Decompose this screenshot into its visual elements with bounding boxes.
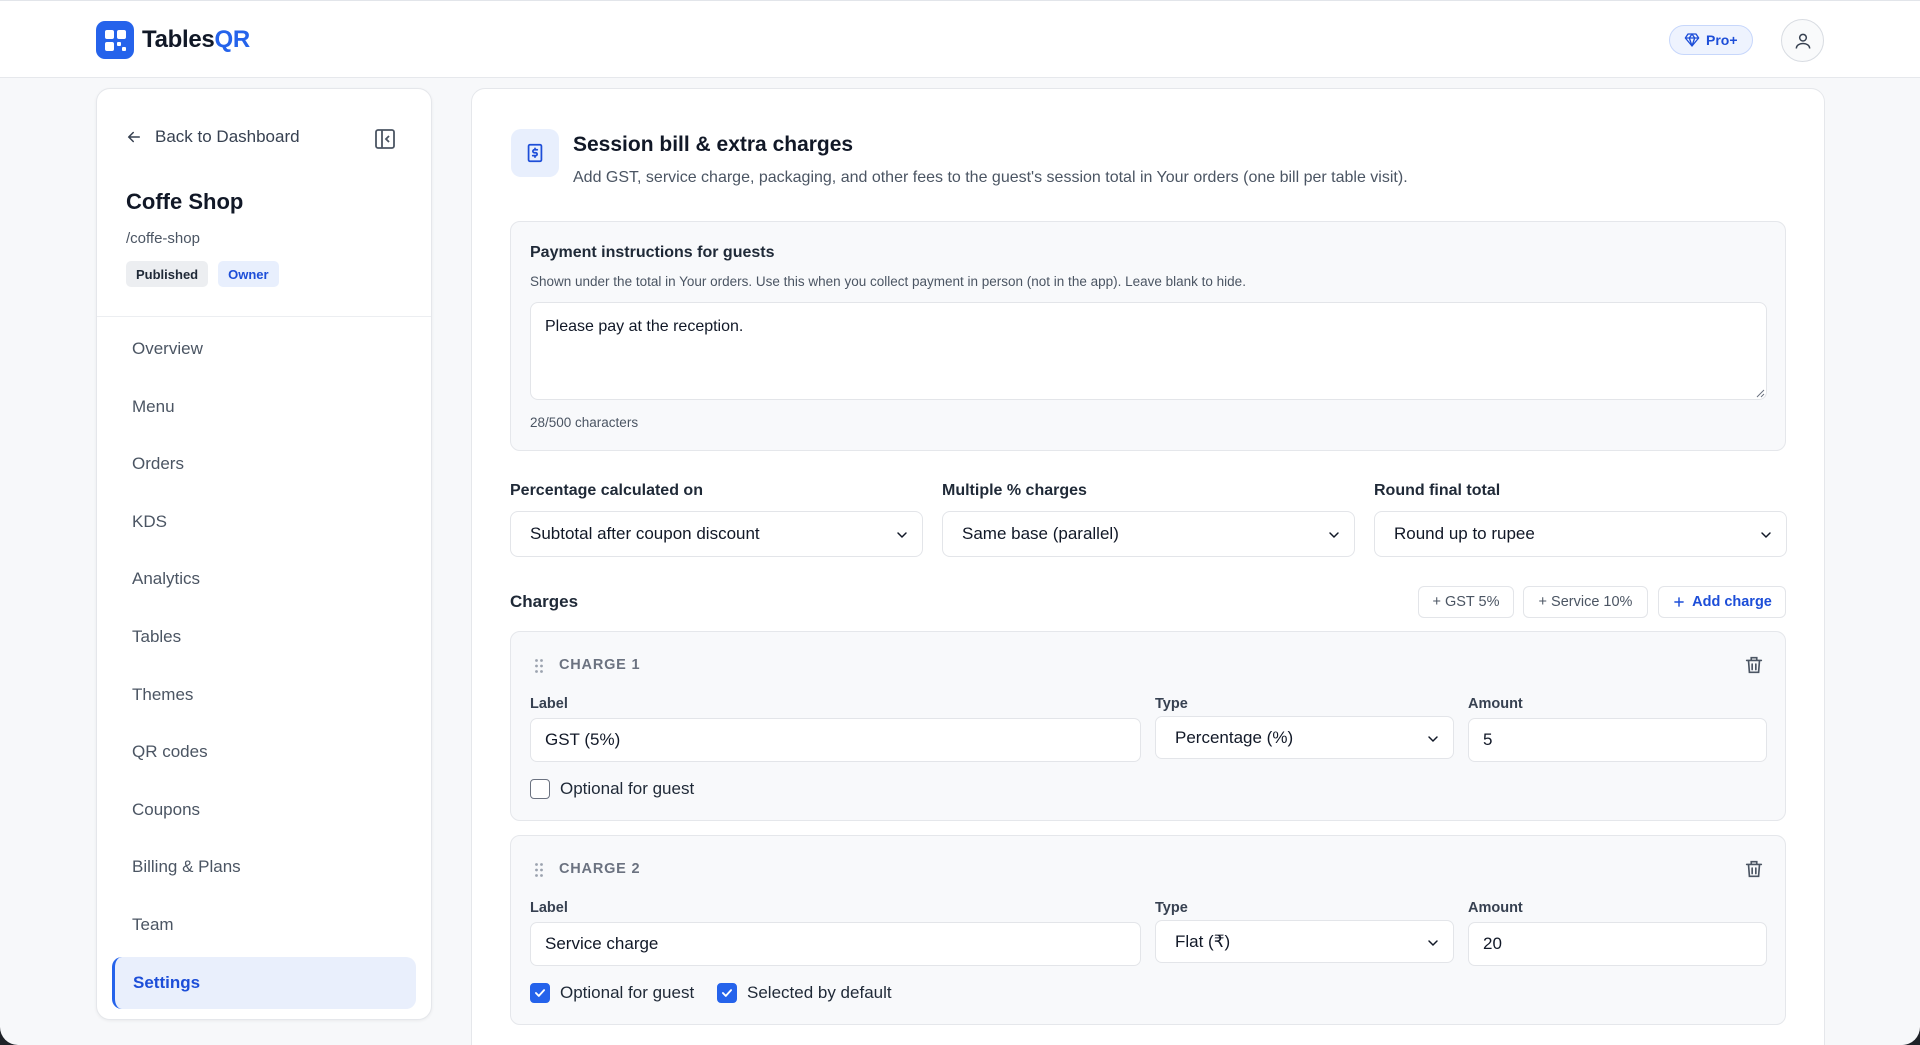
selected-default-checkbox[interactable] [717, 983, 737, 1003]
charge-type-value: Percentage (%) [1175, 727, 1294, 747]
top-bar: TablesQR Pro+ [0, 0, 1920, 78]
payment-instructions-title: Payment instructions for guests [530, 244, 775, 261]
sidebar-item-analytics[interactable]: Analytics [112, 553, 416, 605]
role-badge-owner: Owner [218, 261, 279, 287]
charge-type-value: Flat (₹) [1175, 931, 1231, 951]
check-icon [534, 989, 546, 997]
section-title: Session bill & extra charges [573, 133, 854, 156]
charge-type-select[interactable]: Percentage (%) [1155, 716, 1454, 759]
add-charge-button[interactable]: Add charge [1658, 586, 1786, 618]
charge-amount-input[interactable]: 5 [1468, 718, 1767, 762]
charge-label-input[interactable]: Service charge [530, 922, 1141, 966]
status-badge-published: Published [126, 261, 209, 287]
arrow-left-icon [127, 131, 140, 143]
user-menu-button[interactable] [1781, 19, 1824, 62]
charge-label-input[interactable]: GST (5%) [530, 718, 1141, 762]
charge-amount-caption: Amount [1468, 900, 1523, 916]
sidebar-collapse-icon [375, 129, 395, 149]
sidebar-item-kds[interactable]: KDS [112, 496, 416, 548]
charge-type-caption: Type [1155, 900, 1188, 916]
character-count: 28/500 characters [530, 415, 639, 430]
selected-by-default-toggle[interactable]: Selected by default [717, 983, 892, 1003]
back-to-dashboard-label: Back to Dashboard [155, 127, 300, 146]
trash-icon[interactable] [1743, 858, 1765, 880]
section-icon [511, 129, 559, 177]
sidebar-item-overview[interactable]: Overview [112, 323, 416, 375]
check-icon [721, 989, 733, 997]
app-name: TablesQR [142, 26, 250, 53]
sidebar-item-qr-codes[interactable]: QR codes [112, 726, 416, 778]
sidebar-item-billing[interactable]: Billing & Plans [112, 841, 416, 893]
plan-badge[interactable]: Pro+ [1669, 25, 1753, 55]
shop-badges: Published Owner [126, 261, 279, 287]
multiple-charges-value: Same base (parallel) [962, 524, 1119, 543]
chevron-down-icon [897, 532, 907, 539]
sidebar-item-settings[interactable]: Settings [112, 956, 416, 1009]
chevron-down-icon [1428, 736, 1438, 743]
selected-default-label: Selected by default [747, 983, 892, 1002]
chevron-down-icon [1761, 532, 1771, 539]
round-total-select[interactable]: Round up to rupee [1374, 511, 1787, 557]
section-description: Add GST, service charge, packaging, and … [573, 169, 1408, 186]
plan-badge-label: Pro+ [1706, 32, 1738, 48]
optional-for-guest-toggle[interactable]: Optional for guest [530, 779, 694, 799]
charge-card: CHARGE 1 Label Type Amount GST (5%) Perc… [510, 631, 1786, 821]
resize-grip-icon[interactable] [1755, 388, 1765, 398]
chevron-down-icon [1329, 532, 1339, 539]
quick-add-gst-button[interactable]: + GST 5% [1418, 586, 1514, 618]
payment-instructions-help: Shown under the total in Your orders. Us… [530, 274, 1246, 289]
multiple-charges-label: Multiple % charges [942, 482, 1087, 499]
back-to-dashboard-link[interactable]: Back to Dashboard [125, 127, 300, 147]
sidebar-item-coupons[interactable]: Coupons [112, 784, 416, 836]
collapse-sidebar-button[interactable] [373, 127, 397, 151]
diamond-icon [1684, 33, 1700, 47]
shop-slug: /coffe-shop [126, 230, 200, 247]
round-total-label: Round final total [1374, 482, 1501, 499]
charges-title: Charges [510, 592, 579, 611]
sidebar-item-team[interactable]: Team [112, 899, 416, 951]
charge-amount-input[interactable]: 20 [1468, 922, 1767, 966]
round-total-value: Round up to rupee [1394, 524, 1535, 543]
user-icon [1795, 33, 1810, 49]
payment-instructions-input[interactable]: Please pay at the reception. [530, 302, 1767, 400]
settings-panel: Session bill & extra charges Add GST, se… [471, 88, 1825, 1045]
add-charge-label: Add charge [1692, 594, 1772, 610]
quick-add-service-button[interactable]: + Service 10% [1523, 586, 1648, 618]
payment-instructions-card: Payment instructions for guests Shown un… [510, 221, 1786, 451]
sidebar-item-orders[interactable]: Orders [112, 438, 416, 490]
chevron-down-icon [1428, 940, 1438, 947]
app-window: TablesQR Pro+ Back to Dashboard Coffe Sh… [0, 0, 1920, 1045]
optional-label: Optional for guest [560, 779, 695, 798]
charge-type-select[interactable]: Flat (₹) [1155, 920, 1454, 963]
multiple-charges-select[interactable]: Same base (parallel) [942, 511, 1355, 557]
optional-for-guest-toggle[interactable]: Optional for guest [530, 983, 694, 1003]
percentage-base-value: Subtotal after coupon discount [530, 524, 760, 543]
plus-icon [1674, 597, 1684, 607]
optional-checkbox[interactable] [530, 779, 550, 799]
percentage-base-label: Percentage calculated on [510, 482, 703, 499]
app-logo[interactable]: TablesQR [96, 21, 250, 59]
charge-card: CHARGE 2 Label Type Amount Service charg… [510, 835, 1786, 1025]
sidebar-nav: Overview Menu Orders KDS Analytics Table… [112, 323, 416, 1014]
sidebar-item-menu[interactable]: Menu [112, 381, 416, 433]
charge-amount-caption: Amount [1468, 696, 1523, 712]
drag-handle-icon[interactable] [534, 658, 544, 674]
charge-label-caption: Label [530, 696, 568, 712]
optional-checkbox[interactable] [530, 983, 550, 1003]
logo-icon [96, 21, 134, 59]
sidebar: Back to Dashboard Coffe Shop /coffe-shop… [96, 88, 432, 1020]
charge-label-caption: Label [530, 900, 568, 916]
shop-name: Coffe Shop [126, 189, 244, 214]
receipt-icon [527, 143, 543, 163]
drag-handle-icon[interactable] [534, 862, 544, 878]
sidebar-divider [97, 316, 431, 317]
charge-heading: CHARGE 2 [559, 861, 641, 877]
trash-icon[interactable] [1743, 654, 1765, 676]
optional-label: Optional for guest [560, 983, 695, 1002]
sidebar-item-themes[interactable]: Themes [112, 669, 416, 721]
charge-heading: CHARGE 1 [559, 657, 641, 673]
charge-type-caption: Type [1155, 696, 1188, 712]
sidebar-item-tables[interactable]: Tables [112, 611, 416, 663]
percentage-base-select[interactable]: Subtotal after coupon discount [510, 511, 923, 557]
